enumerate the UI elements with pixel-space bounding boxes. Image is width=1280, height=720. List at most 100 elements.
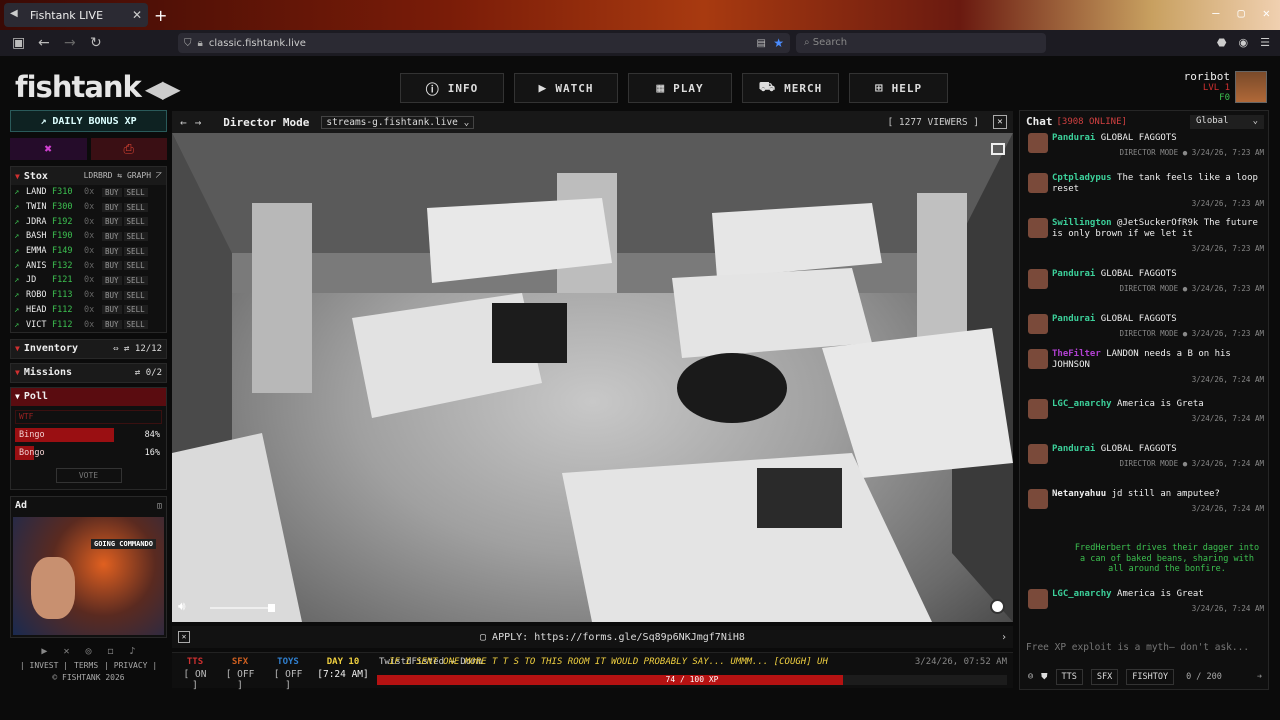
address-bar[interactable]: ⛉ 🔒︎ classic.fishtank.live ▤ ★ — [178, 33, 790, 53]
reader-icon[interactable]: ▤ — [757, 38, 766, 49]
chat-username[interactable]: TheFilter — [1052, 349, 1101, 359]
missions-panel[interactable]: ▼ Missions ⇄ 0/2 — [10, 362, 167, 383]
graph-link[interactable]: GRAPH — [127, 171, 151, 180]
instagram-icon[interactable]: ◻ — [108, 646, 114, 657]
close-icon[interactable]: ✕ — [993, 115, 1007, 129]
poll-option[interactable]: Bongo 16% — [15, 445, 162, 460]
close-window-icon[interactable]: ✕ — [1263, 6, 1270, 20]
sidebar-icon[interactable]: ▣ — [12, 35, 26, 51]
buy-button[interactable]: BUY — [102, 305, 122, 315]
minimize-icon[interactable]: – — [1212, 6, 1219, 20]
nav-help-button[interactable]: ⊞ HELP — [849, 73, 948, 103]
buy-button[interactable]: BUY — [102, 290, 122, 300]
ad-image[interactable]: GOING COMMANDO — [13, 516, 164, 635]
chat-username[interactable]: Pandurai — [1052, 133, 1095, 143]
expand-icon[interactable]: ◫ — [157, 501, 162, 510]
tiktok-icon[interactable]: ♪ — [130, 646, 136, 657]
user-info[interactable]: roribot LVL 1 F0 — [1180, 70, 1230, 103]
fishtoy-button[interactable]: FISHTOY — [1126, 669, 1175, 685]
menu-icon[interactable]: ☰ — [1260, 36, 1270, 49]
daily-bonus-button[interactable]: ↗ DAILY BONUS XP — [10, 110, 167, 132]
chat-username[interactable]: Pandurai — [1052, 314, 1095, 324]
stox-header[interactable]: ▼ Stox LDRBRD ⇆ GRAPH ⦢ — [11, 167, 166, 185]
sell-button[interactable]: SELL — [123, 275, 148, 285]
chat-username[interactable]: Pandurai — [1052, 444, 1095, 454]
poll-header[interactable]: ▼ Poll — [11, 387, 166, 406]
avatar[interactable] — [1028, 489, 1048, 509]
buy-button[interactable]: BUY — [102, 320, 122, 330]
chevron-right-icon[interactable]: › — [1001, 632, 1007, 643]
sell-button[interactable]: SELL — [123, 290, 148, 300]
chat-username[interactable]: LGC_anarchy — [1052, 399, 1112, 409]
volume-icon[interactable]: 🔊︎ — [178, 599, 186, 614]
forward-icon[interactable]: → — [64, 35, 78, 51]
youtube-icon[interactable]: ▶ — [41, 646, 47, 657]
close-icon[interactable]: ✕ — [178, 631, 190, 643]
sell-button[interactable]: SELL — [123, 187, 148, 197]
emoji-icon[interactable]: ☺ — [1028, 672, 1033, 682]
reload-icon[interactable]: ↻ — [90, 35, 104, 51]
buy-button[interactable]: BUY — [102, 261, 122, 271]
buy-button[interactable]: BUY — [102, 246, 122, 256]
nav-merch-button[interactable]: ⛟ MERCH — [742, 73, 839, 103]
avatar[interactable] — [1028, 444, 1048, 464]
close-tab-icon[interactable]: ✕ — [132, 8, 142, 22]
toys-toggle[interactable]: TOYS [ OFF ] — [268, 657, 308, 691]
avatar[interactable] — [1028, 399, 1048, 419]
nav-info-button[interactable]: ⓘ INFO — [400, 73, 504, 103]
vote-button[interactable]: VOTE — [55, 467, 122, 483]
browser-tab[interactable]: ◀ Fishtank LIVE ✕ — [4, 3, 148, 27]
extension-icon[interactable]: ⬣ — [1217, 36, 1227, 49]
discord-icon[interactable]: ◎ — [85, 646, 91, 657]
poll-option[interactable]: Bingo 84% — [15, 427, 162, 442]
sfx-button[interactable]: SFX — [1090, 669, 1119, 685]
sell-button[interactable]: SELL — [123, 261, 148, 271]
fishtank-logo[interactable]: fishtank ◀▶ — [15, 70, 181, 104]
chat-username[interactable]: Swillington — [1052, 218, 1112, 228]
apply-link[interactable]: ▢ APPLY: https://forms.gle/Sq89p6NKJmgf7… — [480, 632, 745, 643]
chat-username[interactable]: Cptpladypus — [1052, 173, 1112, 183]
privacy-link[interactable]: | PRIVACY | — [104, 661, 157, 670]
avatar[interactable] — [1235, 71, 1267, 103]
toy-icon[interactable]: ⛊ — [1041, 672, 1047, 682]
chat-messages[interactable]: Pandurai GLOBAL FAGGOTS DIRECTOR MODE ● 3… — [1020, 133, 1270, 633]
buy-button[interactable]: BUY — [102, 217, 122, 227]
avatar[interactable] — [1028, 314, 1048, 334]
sell-button[interactable]: SELL — [123, 320, 148, 330]
search-input[interactable]: ⌕ Search — [796, 33, 1046, 53]
avatar[interactable] — [1028, 269, 1048, 289]
buy-button[interactable]: BUY — [102, 187, 122, 197]
record-button[interactable] — [990, 599, 1005, 614]
invest-link[interactable]: | INVEST | — [20, 661, 68, 670]
sell-button[interactable]: SELL — [123, 246, 148, 256]
avatar[interactable] — [1028, 173, 1048, 193]
volume-slider[interactable] — [210, 607, 272, 609]
buy-button[interactable]: BUY — [102, 202, 122, 212]
fullscreen-icon[interactable] — [991, 143, 1005, 155]
sfx-toggle[interactable]: SFX [ OFF ] — [220, 657, 260, 691]
avatar[interactable] — [1028, 349, 1048, 369]
back-icon[interactable]: ← — [38, 35, 52, 51]
tts-toggle[interactable]: TTS [ ON ] — [178, 657, 212, 691]
new-tab-icon[interactable]: + — [154, 6, 167, 25]
avatar[interactable] — [1028, 589, 1048, 609]
nav-watch-button[interactable]: ▶ WATCH — [514, 73, 618, 103]
chat-username[interactable]: Netanyahuu — [1052, 489, 1106, 499]
sell-button[interactable]: SELL — [123, 305, 148, 315]
sell-button[interactable]: SELL — [123, 202, 148, 212]
extension-icon[interactable]: ◉ — [1239, 36, 1249, 49]
buy-button[interactable]: BUY — [102, 275, 122, 285]
channel-select[interactable]: Global ⌄ — [1190, 114, 1264, 129]
avatar[interactable] — [1028, 133, 1048, 153]
stream-select[interactable]: streams-g.fishtank.live ⌄ — [321, 115, 475, 129]
terms-link[interactable]: TERMS — [74, 661, 98, 670]
nav-play-button[interactable]: ▦ PLAY — [628, 73, 732, 103]
chat-input[interactable]: Free XP exploit is a myth— don't ask... — [1026, 642, 1264, 653]
tts-button[interactable]: TTS — [1055, 669, 1083, 685]
twitter-icon[interactable]: ✕ — [63, 646, 69, 657]
buy-button[interactable]: BUY — [102, 231, 122, 241]
gift-button[interactable]: ✖ — [10, 138, 87, 160]
chat-username[interactable]: LGC_anarchy — [1052, 589, 1112, 599]
leaderboard-link[interactable]: LDRBRD — [84, 171, 113, 180]
inventory-panel[interactable]: ▼ Inventory ⇔ ⇄ 12/12 — [10, 338, 167, 359]
